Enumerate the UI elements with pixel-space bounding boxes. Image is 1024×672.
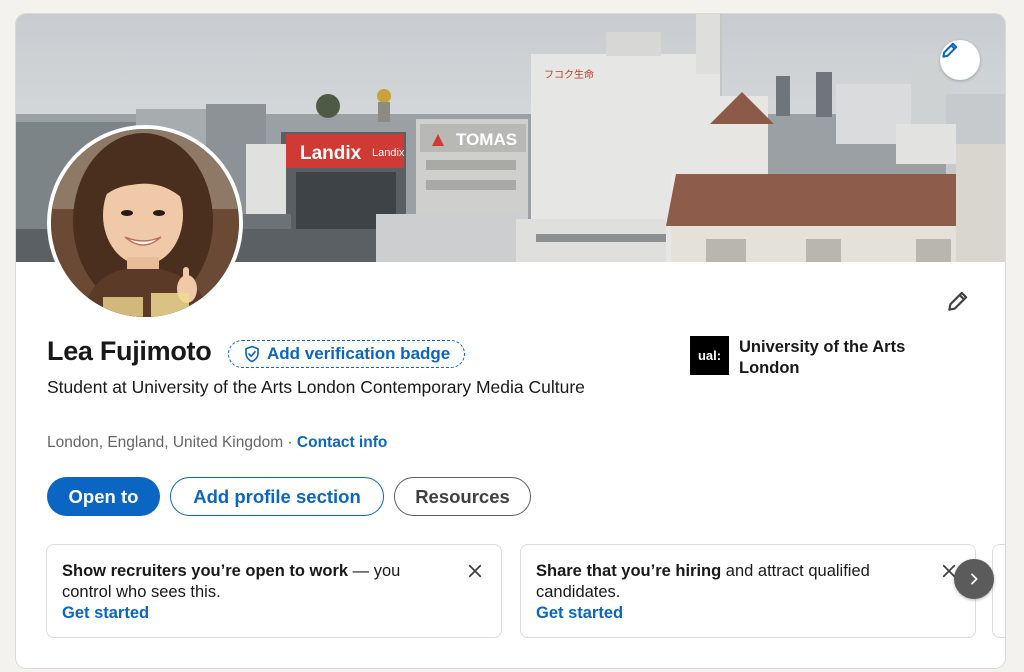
get-started-link[interactable]: Get started xyxy=(62,603,451,624)
get-started-link[interactable]: Get started xyxy=(536,603,925,624)
close-icon xyxy=(468,564,482,578)
cover-sign-tomas: TOMAS xyxy=(456,130,517,149)
avatar-portrait xyxy=(51,129,239,317)
verification-label: Add verification badge xyxy=(267,344,451,363)
add-verification-badge-button[interactable]: Add verification badge xyxy=(228,340,466,368)
education-school[interactable]: ual: University of the Arts London xyxy=(690,336,929,379)
shield-check-icon xyxy=(245,345,259,363)
school-logo: ual: xyxy=(690,336,729,375)
suggestion-text: Share that you’re hiring and attract qua… xyxy=(536,561,925,603)
cover-sign-landix: Landix xyxy=(300,143,362,164)
suggestion-text: Show recruiters you’re open to work — yo… xyxy=(62,561,451,603)
add-profile-section-button[interactable]: Add profile section xyxy=(170,477,384,516)
profile-card: フコク生命 Landix Landix TOMAS Lea Fujimoto A… xyxy=(16,14,1005,668)
carousel-next-button[interactable] xyxy=(954,559,994,599)
profile-avatar[interactable] xyxy=(47,125,243,321)
edit-intro-button[interactable] xyxy=(942,285,974,317)
cover-edit-button[interactable] xyxy=(940,40,980,80)
chevron-right-icon xyxy=(971,573,978,585)
dismiss-suggestion-button[interactable] xyxy=(463,559,487,583)
resources-button[interactable]: Resources xyxy=(394,477,531,516)
contact-info-link[interactable]: Contact info xyxy=(297,434,387,451)
suggestion-bold: Share that you’re hiring xyxy=(536,562,722,580)
suggestion-card-hiring: Share that you’re hiring and attract qua… xyxy=(520,544,976,638)
profile-name: Lea Fujimoto xyxy=(47,336,212,366)
suggestion-bold: Show recruiters you’re open to work xyxy=(62,562,349,580)
location-line: London, England, United Kingdom · Contac… xyxy=(47,434,387,452)
open-to-button[interactable]: Open to xyxy=(47,477,160,516)
pencil-icon xyxy=(942,42,958,58)
cover-sign-landix-side: Landix xyxy=(372,147,405,159)
profile-location: London, England, United Kingdom xyxy=(47,434,284,451)
suggestion-card-next-peek xyxy=(992,544,1005,638)
cover-sign-jp: フコク生命 xyxy=(544,68,594,81)
profile-headline: Student at University of the Arts London… xyxy=(47,377,585,397)
suggestion-card-open-to-work: Show recruiters you’re open to work — yo… xyxy=(46,544,502,638)
school-name: University of the Arts London xyxy=(739,338,906,377)
pencil-icon xyxy=(948,291,968,311)
location-separator: · xyxy=(287,434,293,451)
